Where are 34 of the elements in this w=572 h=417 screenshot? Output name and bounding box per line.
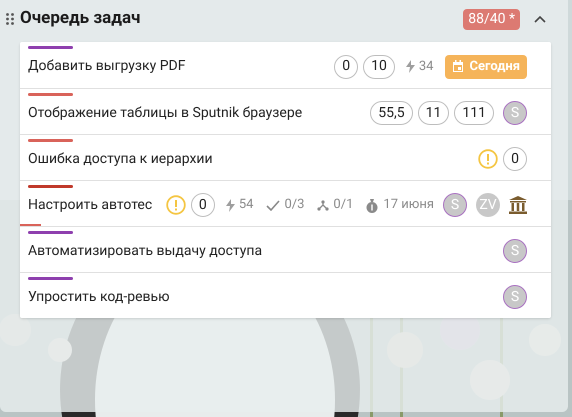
lightning-icon [226, 198, 235, 212]
task-title: Ошибка доступа к иерархии [28, 150, 213, 168]
warning-icon [478, 149, 498, 169]
task-card[interactable]: Ошибка доступа к иерархии 0 [20, 134, 551, 180]
money-bag-icon [366, 198, 378, 212]
warning-icon [166, 195, 186, 215]
task-title: Отображение таблицы в Sputnik браузере [28, 104, 302, 122]
effort-value: 34 [418, 58, 434, 76]
task-counter: 88/40 * [463, 8, 520, 30]
count-badge: 0 [334, 54, 358, 78]
task-title: Настроить автотес [28, 196, 152, 214]
lightning-icon [406, 60, 415, 73]
deadline-date: 17 июня [383, 196, 434, 214]
count-badge: 10 [363, 54, 395, 78]
chevron-up-icon [534, 15, 546, 23]
due-date-badge: Сегодня [444, 54, 527, 78]
count-badge: 11 [418, 101, 450, 125]
building-icon [509, 196, 527, 214]
check-icon [266, 200, 280, 210]
task-title: Добавить выгрузку PDF [28, 57, 186, 76]
effort-value: 54 [238, 196, 254, 214]
count-badge: 0 [190, 193, 215, 217]
task-title: Автоматизировать выдачу доступа [28, 242, 262, 260]
task-card[interactable]: Добавить выгрузку PDF 0 10 34 Сегодня [20, 42, 551, 88]
task-title: Упростить код-ревью [28, 288, 170, 306]
panel-title: Очередь задач [20, 7, 140, 30]
calendar-icon [452, 60, 464, 73]
checklist-count: 0/3 [284, 196, 304, 214]
count-badge: 0 [503, 147, 527, 171]
drag-handle-icon[interactable] [6, 13, 14, 25]
count-badge: 55,5 [370, 101, 413, 125]
subtask-count: 0/1 [333, 196, 354, 214]
branch-icon [317, 199, 330, 211]
count-badge: 111 [454, 101, 494, 125]
